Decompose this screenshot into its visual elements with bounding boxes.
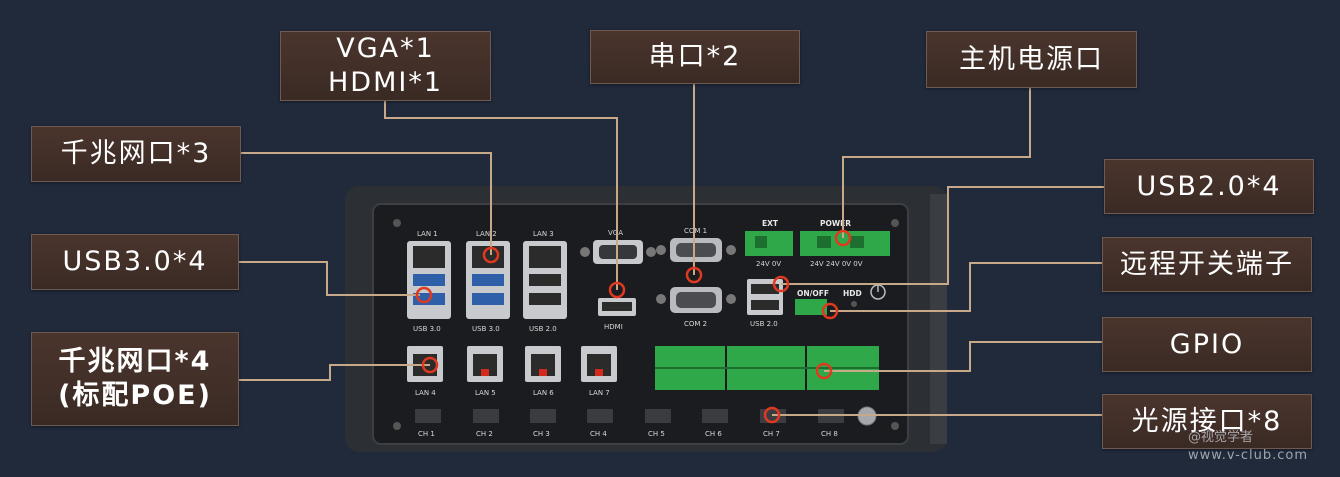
leader-power [842, 88, 1031, 238]
label-lan4-text: 千兆网口*4 [58, 346, 212, 377]
label-usb2: USB2.0*4 [1104, 159, 1314, 214]
watermark-author: @视觉学者 [1188, 430, 1254, 445]
leader-remote [830, 262, 1102, 312]
label-remote-switch: 远程开关端子 [1102, 237, 1312, 292]
label-power-text: 主机电源口 [959, 43, 1104, 75]
label-lan3-text: 千兆网口*3 [60, 138, 212, 169]
label-gpio-text: GPIO [1169, 328, 1245, 360]
label-usb3-text: USB3.0*4 [62, 246, 208, 277]
label-remote-text: 远程开关端子 [1120, 248, 1294, 280]
label-gpio: GPIO [1102, 317, 1312, 372]
leader-usb3 [237, 261, 420, 296]
label-usb2-text: USB2.0*4 [1136, 170, 1282, 202]
leader-gpio [824, 341, 1102, 372]
label-power: 主机电源口 [926, 31, 1137, 88]
label-lan4-poe: 千兆网口*4 (标配POE) [31, 332, 239, 426]
watermark-url: www.v-club.com [1188, 448, 1309, 463]
label-poe-text: (标配POE) [58, 380, 212, 411]
label-usb3: USB3.0*4 [31, 234, 239, 290]
label-lan3: 千兆网口*3 [31, 126, 241, 182]
leader-usb2 [781, 186, 1104, 285]
label-hdmi-text: HDMI*1 [327, 67, 444, 98]
label-vga-text: VGA*1 [336, 33, 435, 64]
label-vga-hdmi: VGA*1 HDMI*1 [280, 31, 491, 101]
leader-lan4 [237, 364, 430, 381]
leader-lan3 [239, 152, 492, 255]
label-serial-text: 串口*2 [648, 41, 742, 72]
leader-vga-hdmi [384, 99, 618, 290]
label-serial: 串口*2 [590, 30, 800, 84]
